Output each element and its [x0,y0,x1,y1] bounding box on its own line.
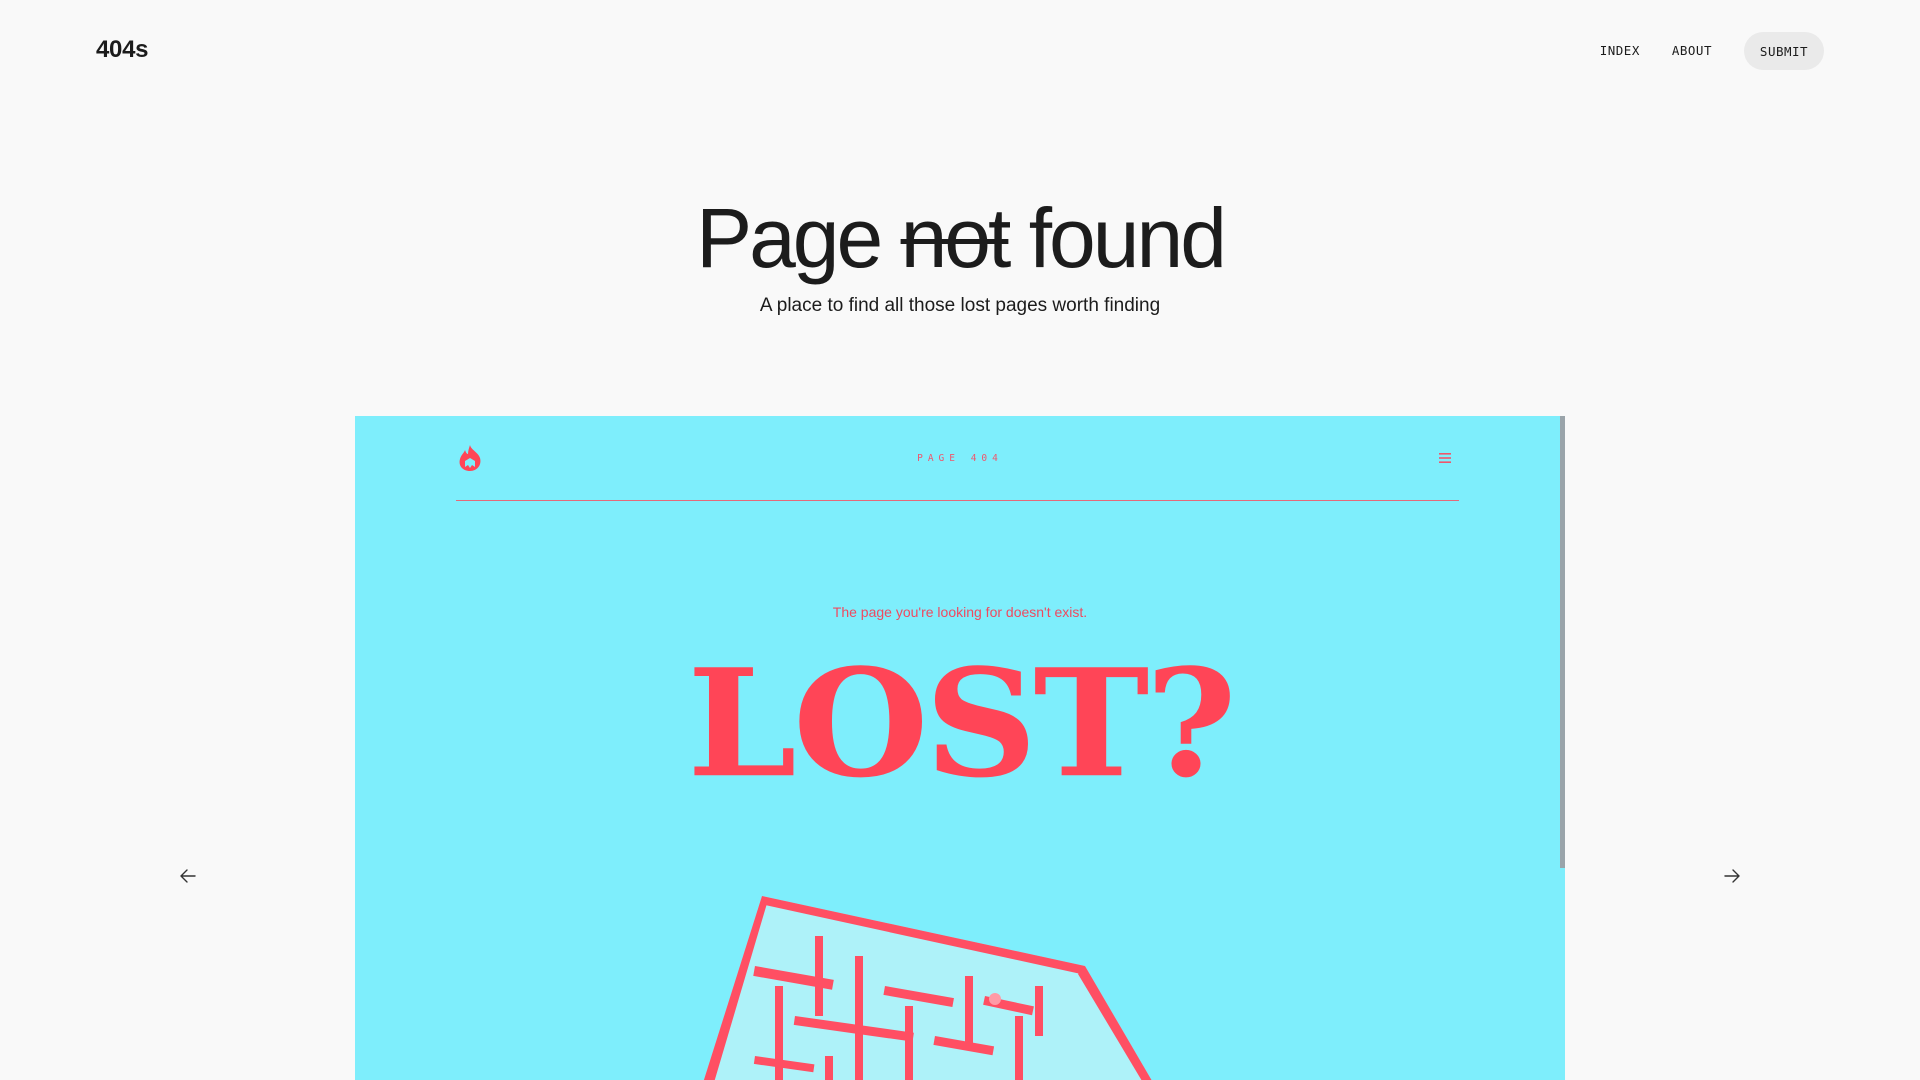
nav-link-about[interactable]: ABOUT [1656,32,1728,70]
page-title-after: found [1028,191,1227,285]
carousel-prev-button[interactable] [172,860,204,892]
page-title: Page not found [0,190,1920,286]
3d-maze-illustration [703,896,1152,1080]
slide-headline: LOST? [687,636,1237,811]
nav-link-index[interactable]: INDEX [1584,32,1656,70]
carousel-next-button[interactable] [1716,860,1748,892]
submit-button[interactable]: SUBMIT [1744,32,1824,70]
site-logo[interactable]: 404s [96,36,149,64]
arrow-left-icon [180,869,196,883]
slide-scrollbar[interactable] [1560,416,1565,868]
slide-header-title: PAGE 404 [917,453,1003,464]
page-subtitle: A place to find all those lost pages wor… [759,295,1161,316]
main-nav: INDEX ABOUT SUBMIT [1584,32,1824,70]
hamburger-menu-icon[interactable] [1438,451,1452,465]
arrow-right-icon [1724,869,1740,883]
slide-preview[interactable]: PAGE 404 The page you're looking for doe… [355,416,1565,1080]
page-title-strikethrough: not [900,191,1012,285]
slide-message: The page you're looking for doesn't exis… [832,604,1088,620]
slide-header-divider [456,500,1459,501]
page-title-before: Page [696,191,883,285]
